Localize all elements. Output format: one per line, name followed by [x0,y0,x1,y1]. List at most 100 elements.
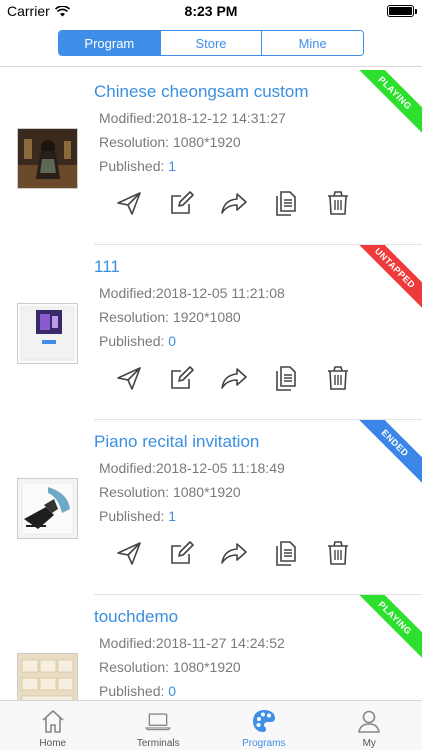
modified-label: Modified: [99,285,156,301]
status-ribbon: PLAYING [356,70,422,136]
status-badge: UNTAPPED [356,245,422,311]
segment-mine[interactable]: Mine [262,31,363,55]
paper-plane-icon [117,367,141,390]
clock: 8:23 PM [184,3,238,19]
modified-value: 2018-11-27 14:24:52 [155,635,285,651]
copy-button[interactable] [271,363,301,393]
program-actions [114,363,354,393]
user-icon [358,710,381,733]
published-label: Published: [99,158,169,174]
program-title[interactable]: 111 [94,257,120,277]
program-thumbnail[interactable] [17,653,78,700]
tab-label: My [362,738,376,749]
published-label: Published: [99,683,169,699]
copy-icon [276,366,296,391]
published-count[interactable]: 0 [168,333,176,349]
program-card[interactable]: 111 Modified:2018-12-05 11:21:08 Resolut… [0,245,422,420]
status-badge: PLAYING [356,70,422,136]
resolution-label: Resolution: [99,484,173,500]
copy-icon [276,191,296,216]
published-count[interactable]: 1 [168,158,176,174]
published-count[interactable]: 0 [168,683,176,699]
status-ribbon: UNTAPPED [356,245,422,311]
program-title[interactable]: touchdemo [94,607,178,627]
laptop-icon [145,713,171,731]
tab-label: Terminals [136,738,180,749]
edit-icon [171,191,194,214]
trash-icon [328,191,348,215]
copy-button[interactable] [271,538,301,568]
program-card[interactable]: Piano recital invitation Modified:2018-1… [0,420,422,595]
program-card[interactable]: Chinese cheongsam custom Modified:2018-1… [0,70,422,245]
header-divider [0,66,422,67]
send-button[interactable] [114,538,144,568]
resolution-label: Resolution: [99,309,173,325]
battery-icon [387,5,417,17]
bottom-tab-bar: Home Terminals Programs My [0,700,422,750]
modified-text: Modified:2018-12-05 11:21:08 [99,285,285,301]
share-arrow-icon [221,193,247,214]
tab-terminals[interactable]: Terminals [106,701,212,750]
edit-button[interactable] [167,188,197,218]
status-ribbon: ENDED [356,420,422,486]
share-arrow-icon [221,543,247,564]
published-text: Published: 1 [99,508,176,524]
segment-program[interactable]: Program [59,31,161,55]
edit-icon [171,366,194,389]
resolution-value: 1080*1920 [172,134,241,150]
status-badge: ENDED [356,420,422,486]
program-segmented-control: Program Store Mine [58,30,364,56]
status-badge: PLAYING [356,595,422,661]
status-ribbon: PLAYING [356,595,422,661]
program-thumbnail[interactable] [17,303,78,364]
resolution-text: Resolution: 1920*1080 [99,309,241,325]
paper-plane-icon [117,192,141,215]
share-button[interactable] [219,538,249,568]
tab-label: Programs [242,738,286,749]
modified-text: Modified:2018-11-27 14:24:52 [99,635,285,651]
program-thumbnail[interactable] [17,478,78,539]
share-button[interactable] [219,188,249,218]
segment-store[interactable]: Store [160,31,263,55]
tab-my[interactable]: My [317,701,422,750]
published-text: Published: 1 [99,158,176,174]
tab-programs[interactable]: Programs [211,701,317,750]
tab-label: Home [39,738,67,749]
delete-button[interactable] [323,188,353,218]
resolution-label: Resolution: [99,659,173,675]
resolution-value: 1920*1080 [172,309,241,325]
modified-text: Modified:2018-12-12 14:31:27 [99,110,286,126]
trash-icon [328,366,348,390]
palette-icon [252,710,275,732]
modified-value: 2018-12-05 11:18:49 [155,460,285,476]
tab-home[interactable]: Home [0,701,106,750]
resolution-text: Resolution: 1080*1920 [99,134,241,150]
program-card[interactable]: touchdemo Modified:2018-11-27 14:24:52 R… [0,595,422,700]
delete-button[interactable] [323,363,353,393]
program-title[interactable]: Piano recital invitation [94,432,259,452]
share-arrow-icon [221,368,247,389]
edit-icon [171,541,194,564]
resolution-value: 1080*1920 [172,484,241,500]
resolution-text: Resolution: 1080*1920 [99,659,241,675]
published-text: Published: 0 [99,683,176,699]
paper-plane-icon [117,542,141,565]
published-text: Published: 0 [99,333,176,349]
modified-label: Modified: [99,110,156,126]
published-count[interactable]: 1 [168,508,176,524]
edit-button[interactable] [167,538,197,568]
modified-label: Modified: [99,635,156,651]
status-bar: Carrier 8:23 PM [0,0,422,22]
program-thumbnail[interactable] [17,128,78,189]
program-list[interactable]: Chinese cheongsam custom Modified:2018-1… [0,70,422,700]
edit-button[interactable] [167,363,197,393]
send-button[interactable] [114,363,144,393]
program-actions [114,188,354,218]
modified-value: 2018-12-12 14:31:27 [155,110,286,126]
share-button[interactable] [219,363,249,393]
program-title[interactable]: Chinese cheongsam custom [94,82,309,102]
copy-button[interactable] [271,188,301,218]
send-button[interactable] [114,188,144,218]
delete-button[interactable] [323,538,353,568]
trash-icon [328,541,348,565]
